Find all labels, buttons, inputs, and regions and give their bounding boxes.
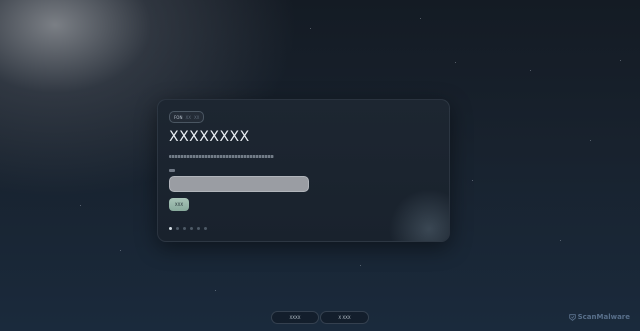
badge-primary: FON [174,114,183,120]
page-title: XXXXXXXX [169,129,250,145]
field-label [169,169,175,172]
badge-tertiary: XX [193,114,200,120]
text-input[interactable] [169,176,309,192]
pagination-dot[interactable] [169,227,172,230]
card-glow [389,189,449,241]
watermark: ScanMalware [568,313,630,321]
pagination-dot[interactable] [204,227,207,230]
pagination-dots [169,227,207,230]
bottom-right-button[interactable]: X XXX [320,311,369,324]
submit-button[interactable]: XXX [169,198,189,211]
status-badge: FON XX XX [169,111,205,123]
pagination-dot[interactable] [197,227,200,230]
badge-secondary: XX [185,114,191,120]
watermark-text: ScanMalware [577,313,630,321]
pagination-dot[interactable] [190,227,193,230]
bottom-left-button[interactable]: XXXX [271,311,319,324]
login-card: FON XX XX XXXXXXXX XXX [157,99,450,242]
pagination-dot[interactable] [183,227,186,230]
scanmalware-logo-icon [568,313,576,321]
description-text [169,155,274,158]
pagination-dot[interactable] [176,227,179,230]
